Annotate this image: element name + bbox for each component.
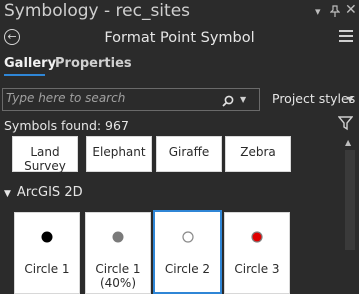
symbol-tile[interactable]: Elephant [86, 136, 152, 172]
symbol-label: Circle 2 [164, 262, 211, 276]
symbol-tile[interactable]: Giraffe [156, 136, 222, 172]
group-label: ArcGIS 2D [16, 185, 83, 200]
search-options-chevron-icon[interactable]: ▼ [240, 95, 246, 104]
circle-symbol-icon [41, 231, 53, 243]
symbols-found-count: Symbols found: 967 [4, 118, 129, 133]
symbol-label: Circle 1 [95, 262, 141, 276]
window-title: Symbology - rec_sites [4, 1, 191, 21]
symbol-label: Land Survey [24, 145, 66, 173]
symbol-tile-circle-1-40[interactable]: Circle 1 (40%) [85, 212, 151, 294]
symbol-tile-circle-2[interactable]: Circle 2 [153, 210, 222, 294]
symbol-sublabel: (40%) [99, 276, 137, 290]
symbol-label: Circle 1 [24, 262, 70, 276]
symbol-tile[interactable]: Zebra [225, 136, 291, 172]
hamburger-menu-icon[interactable] [339, 30, 353, 42]
circle-symbol-icon [182, 231, 194, 243]
title-bar: Symbology - rec_sites ▾ ✕ [0, 0, 359, 28]
active-tab-indicator [4, 74, 45, 76]
symbol-tile[interactable]: Land Survey [12, 136, 78, 173]
styles-dropdown-label: Project styles [272, 91, 356, 106]
scrollbar-thumb[interactable] [345, 150, 355, 250]
tab-properties[interactable]: Properties [55, 56, 132, 71]
tab-gallery[interactable]: Gallery [4, 56, 56, 71]
dropdown-arrow-icon[interactable]: ▾ [315, 5, 321, 19]
scroll-up-arrow-icon[interactable]: ▲ [345, 138, 351, 147]
search-input[interactable] [6, 91, 206, 105]
filter-icon[interactable] [337, 116, 354, 131]
search-icon[interactable] [222, 92, 234, 107]
circle-symbol-icon [251, 231, 263, 243]
chevron-down-icon: ▼ [4, 189, 11, 199]
symbol-tile-circle-3[interactable]: Circle 3 [224, 212, 290, 294]
pane-title: Format Point Symbol [104, 30, 255, 46]
chevron-down-icon[interactable]: ▼ [347, 95, 353, 104]
symbol-label: Elephant [92, 145, 146, 159]
symbol-tile-circle-1[interactable]: Circle 1 [14, 212, 80, 294]
symbol-label: Zebra [240, 145, 276, 159]
close-icon[interactable]: ✕ [345, 3, 357, 17]
group-header-arcgis-2d[interactable]: ▼ ArcGIS 2D [4, 185, 83, 200]
symbol-label: Giraffe [168, 145, 210, 159]
circle-symbol-icon [112, 231, 124, 243]
symbol-label: Circle 3 [234, 262, 280, 276]
pin-icon[interactable] [329, 5, 341, 21]
